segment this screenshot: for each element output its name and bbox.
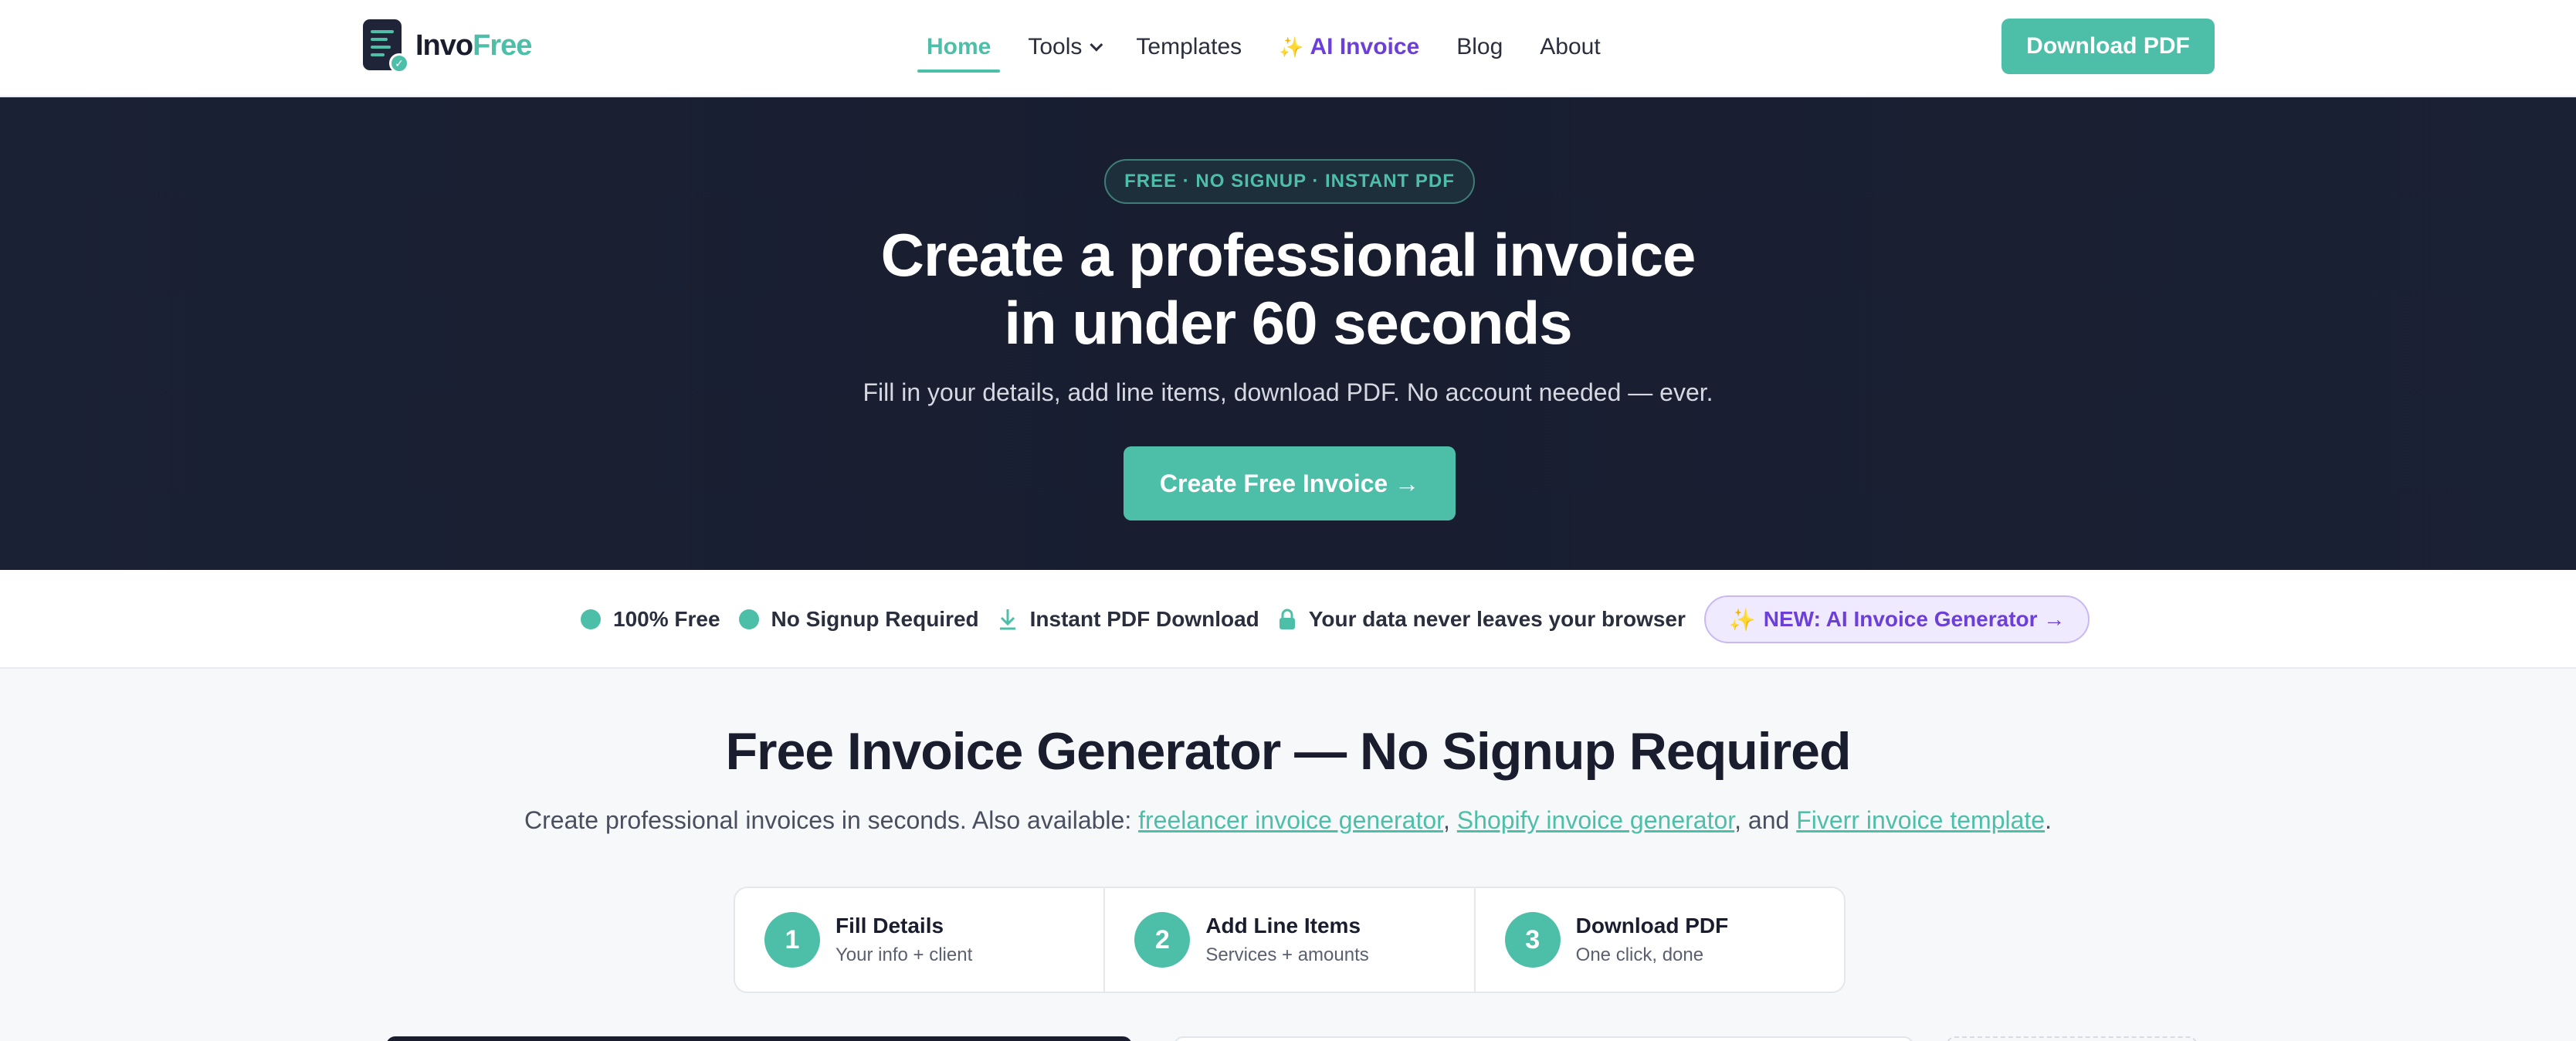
hero-badge: FREE · NO SIGNUP · INSTANT PDF (1104, 159, 1475, 204)
fiverr-link[interactable]: Fiverr invoice template (1796, 806, 2045, 834)
nav-blog[interactable]: Blog (1438, 0, 1521, 94)
freelancer-link[interactable]: freelancer invoice generator (1138, 806, 1443, 834)
step-title: Add Line Items (1205, 914, 1361, 938)
step-title: Fill Details (836, 914, 944, 938)
nav-tools[interactable]: Tools (1009, 0, 1117, 94)
sparkle-icon: ✨ (1279, 35, 1304, 59)
step-item: 2 Add Line Items Services + amounts (1105, 888, 1476, 992)
brand-logo[interactable]: ✓ InvoFree (363, 19, 532, 73)
brand-name: InvoFree (415, 29, 532, 62)
logo-icon: ✓ (363, 19, 409, 73)
trust-item-free: 100% Free (581, 607, 720, 632)
step-number: 3 (1504, 912, 1561, 968)
step-item: 1 Fill Details Your info + client (735, 888, 1106, 992)
step-desc: Services + amounts (1205, 944, 1369, 965)
nav-about[interactable]: About (1521, 0, 1618, 94)
step-item: 3 Download PDF One click, done (1476, 888, 1844, 992)
step-number: 1 (764, 912, 820, 968)
top-navbar: ✓ InvoFree Home Tools Templates ✨ AI Invo… (0, 0, 2576, 97)
lock-icon (1279, 609, 1295, 629)
page-title: Free Invoice Generator — No Signup Requi… (725, 722, 1851, 781)
step-desc: Your info + client (836, 944, 973, 965)
nav-ai-invoice[interactable]: ✨ AI Invoice (1260, 0, 1438, 94)
chevron-down-icon (1090, 38, 1103, 52)
sparkle-icon: ✨ (1728, 607, 1756, 632)
hero-section: FREE · NO SIGNUP · INSTANT PDF Create a … (0, 97, 2576, 570)
sidebar-placeholder (1946, 1036, 2198, 1041)
nav-templates[interactable]: Templates (1117, 0, 1260, 94)
hero-title: Create a professional invoice in under 6… (880, 221, 1696, 357)
step-number: 2 (1134, 912, 1191, 968)
trust-item-privacy: Your data never leaves your browser (1278, 607, 1686, 632)
main-nav: Home Tools Templates ✨ AI Invoice Blog Ab… (908, 0, 1619, 94)
nav-home[interactable]: Home (908, 0, 1009, 94)
hero-subtitle: Fill in your details, add line items, do… (863, 378, 1713, 406)
ai-generator-pill[interactable]: ✨ NEW: AI Invoice Generator → (1703, 595, 2090, 643)
trust-item-no-signup: No Signup Required (738, 607, 979, 632)
shopify-link[interactable]: Shopify invoice generator (1457, 806, 1734, 834)
step-title: Download PDF (1575, 914, 1729, 938)
create-free-invoice-button[interactable]: Create Free Invoice → (1124, 446, 1456, 520)
step-desc: One click, done (1575, 944, 1704, 965)
trust-item-instant-pdf: Instant PDF Download (998, 607, 1259, 632)
check-dot-icon (581, 609, 601, 629)
download-icon (999, 609, 1015, 630)
steps-card: 1 Fill Details Your info + client 2 Add … (734, 887, 1846, 993)
trust-bar: 100% Free No Signup Required Instant PDF… (0, 570, 2576, 669)
invoice-editor-panel (386, 1036, 1132, 1041)
check-dot-icon (738, 609, 759, 629)
page-subtitle: Create professional invoices in seconds.… (524, 806, 2052, 834)
invoice-preview-panel (1174, 1036, 1913, 1041)
download-pdf-button[interactable]: Download PDF (2001, 19, 2215, 74)
